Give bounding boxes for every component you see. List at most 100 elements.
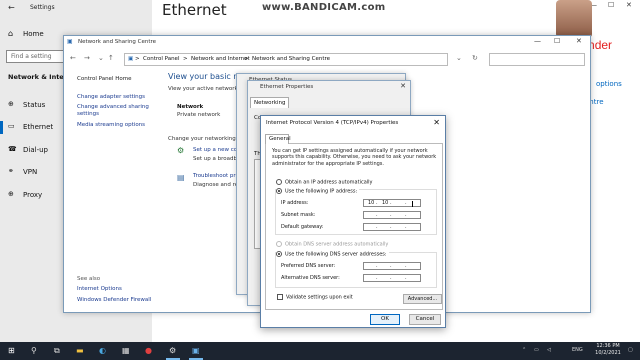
checkbox-label: Validate settings upon exit (286, 294, 353, 301)
language-indicator[interactable]: ENG (572, 347, 583, 353)
page-title: Ethernet (162, 1, 227, 19)
breadcrumb-control-panel[interactable]: Control Panel (143, 56, 179, 62)
subnet-mask-input[interactable]: ... (363, 211, 421, 219)
checkbox[interactable] (277, 294, 283, 300)
notifications-icon[interactable]: ▢ (628, 347, 633, 353)
troubleshoot-link[interactable]: Troubleshoot pro (193, 173, 239, 179)
settings-gear-icon[interactable]: ⚙ (169, 346, 176, 355)
phone-icon: ☎ (8, 145, 17, 153)
settings-title: Settings (30, 4, 55, 11)
watermark-text: www.BANDICAM.com (262, 2, 386, 13)
ipv4-properties-dialog: Internet Protocol Version 4 (TCP/IPv4) P… (260, 115, 446, 328)
sidebar-item-label: Status (23, 101, 46, 109)
auto-ip-radio[interactable]: Obtain an IP address automatically (276, 179, 373, 186)
radio-button[interactable] (276, 251, 282, 257)
globe-icon: ⊕ (8, 100, 14, 108)
alternative-dns-label: Alternative DNS server: (281, 275, 340, 281)
control-panel-icon: ▣ (128, 56, 134, 62)
validate-checkbox[interactable]: Validate settings upon exit (277, 294, 353, 301)
close-icon[interactable]: ✕ (626, 1, 632, 9)
up-icon[interactable]: ↑ (108, 54, 114, 62)
related-link[interactable]: options (596, 80, 622, 88)
advanced-button[interactable]: Advanced... (403, 294, 442, 304)
back-icon[interactable]: ← (70, 54, 76, 62)
selection-indicator (0, 121, 3, 134)
tab-general[interactable]: General (265, 134, 291, 144)
sidebar-item-dial-up[interactable]: ☎ Dial-up (0, 143, 70, 159)
chevron-down-icon[interactable]: ⌄ (456, 54, 462, 62)
sidebar-item-ethernet[interactable]: ▭ Ethernet (0, 120, 70, 136)
info-text: You can get IP settings assigned automat… (272, 148, 437, 167)
network-name: Network (177, 104, 204, 110)
network-type: Private network (177, 112, 221, 118)
breadcrumb-sep: > (183, 56, 188, 62)
forward-icon[interactable]: → (84, 54, 90, 62)
clock-date: 10/2/2021 (595, 350, 621, 356)
gateway-input[interactable]: ... (363, 223, 421, 231)
volume-icon[interactable]: ◁ (547, 347, 551, 353)
ok-button[interactable]: OK (370, 314, 400, 325)
sidebar-item-status[interactable]: ⊕ Status (0, 98, 70, 114)
network-icon[interactable]: ▭ (534, 347, 539, 353)
maximize-icon[interactable]: ☐ (554, 37, 560, 45)
close-icon[interactable]: ✕ (433, 118, 440, 127)
close-icon[interactable]: ✕ (400, 82, 406, 90)
breadcrumb-sep: > (135, 56, 140, 62)
use-dns-radio[interactable]: Use the following DNS server addresses: (276, 251, 389, 258)
minimize-icon[interactable]: — (534, 37, 541, 45)
network-setup-icon: ⚙ (177, 146, 185, 155)
radio-button[interactable] (276, 241, 282, 247)
maximize-icon[interactable]: ☐ (608, 1, 614, 9)
address-bar[interactable]: ▣ > Control Panel > Network and Internet… (124, 53, 448, 66)
windows-start-icon[interactable]: ⊞ (8, 346, 15, 355)
radio-button[interactable] (276, 188, 282, 194)
internet-options-link[interactable]: Internet Options (77, 286, 122, 292)
search-icon[interactable]: ⚲ (31, 346, 37, 355)
clock[interactable]: 12:36 PM 10/2/2021 (590, 343, 626, 357)
control-panel-home-link[interactable]: Control Panel Home (77, 76, 131, 82)
chevron-up-icon[interactable]: ⌃ (522, 347, 526, 353)
breadcrumb-network-internet[interactable]: Network and Internet (191, 56, 250, 62)
close-icon[interactable]: ✕ (576, 37, 582, 45)
adapter-settings-link[interactable]: Change adapter settings (77, 94, 145, 100)
search-input[interactable] (489, 53, 585, 66)
ip-octet: 10 (368, 200, 375, 206)
cancel-button[interactable]: Cancel (409, 314, 441, 325)
sidebar-item-proxy[interactable]: ⊕ Proxy (0, 188, 70, 204)
task-view-icon[interactable]: ⧉ (54, 346, 60, 356)
radio-label: Obtain DNS server address automatically (285, 241, 389, 248)
bandicam-icon[interactable]: ● (145, 346, 152, 355)
ethernet-icon: ▭ (8, 122, 15, 130)
sidebar-item-vpn[interactable]: ⚭ VPN (0, 165, 70, 181)
tab-networking[interactable]: Networking (250, 97, 290, 108)
taskbar: ⊞ ⚲ ⧉ ▬ ◐ ▦ ● ⚙ ▣ ⌃ ▭ ◁ ENG 12:36 PM 10/… (0, 342, 640, 360)
breadcrumb-network-sharing[interactable]: Network and Sharing Centre (252, 56, 330, 62)
auto-dns-radio[interactable]: Obtain DNS server address automatically (276, 241, 388, 248)
store-icon[interactable]: ▦ (122, 346, 130, 355)
active-networks-label: View your active networks (168, 86, 241, 92)
troubleshoot-desc: Diagnose and rep (193, 182, 242, 188)
home-link[interactable]: Home (23, 30, 44, 38)
sidebar-item-label: VPN (23, 168, 38, 176)
firewall-link[interactable]: Windows Defender Firewall (77, 297, 151, 303)
media-streaming-link[interactable]: Media streaming options (77, 122, 145, 128)
clock-time: 12:36 PM (596, 343, 620, 349)
alternative-dns-input[interactable]: ... (363, 274, 421, 282)
nsc-sidebar: Control Panel Home Change adapter settin… (64, 70, 160, 312)
use-ip-radio[interactable]: Use the following IP address: (276, 188, 360, 195)
troubleshoot-icon: ▤ (177, 173, 185, 182)
file-explorer-icon[interactable]: ▬ (76, 346, 84, 355)
gateway-label: Default gateway: (281, 224, 324, 230)
arrow-left-icon[interactable]: ← (8, 3, 15, 12)
chevron-down-icon[interactable]: ⌄ (98, 54, 104, 62)
ip-address-input[interactable]: 10 . 10 . . (363, 199, 421, 207)
see-also-heading: See also (77, 276, 101, 282)
edge-icon[interactable]: ◐ (99, 346, 106, 355)
advanced-sharing-link[interactable]: Change advanced sharing settings (77, 104, 155, 117)
radio-button[interactable] (276, 179, 282, 185)
radio-label: Use the following DNS server addresses: (285, 251, 387, 258)
refresh-icon[interactable]: ↻ (472, 54, 478, 62)
control-panel-icon[interactable]: ▣ (192, 346, 200, 355)
preferred-dns-input[interactable]: ... (363, 262, 421, 270)
ip-octet: 10 (382, 200, 389, 206)
